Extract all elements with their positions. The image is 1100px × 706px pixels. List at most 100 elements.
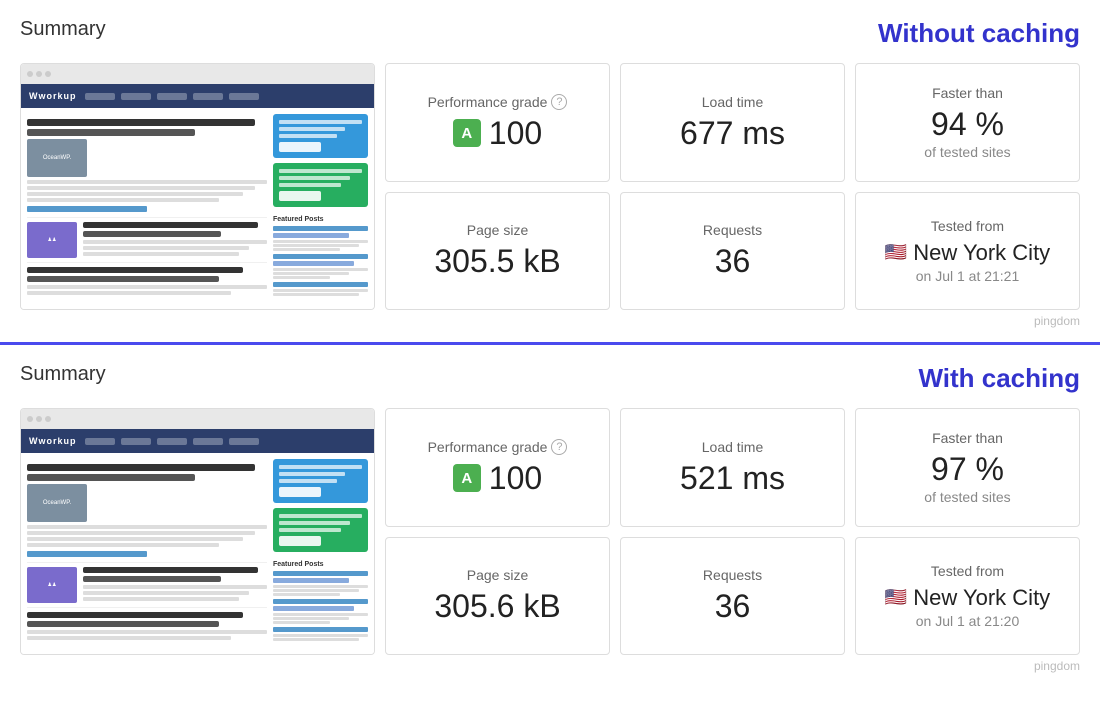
widget-text xyxy=(279,183,341,187)
featured-item xyxy=(273,254,368,279)
metric-label-tested-1: Tested from xyxy=(931,218,1004,234)
feat-text xyxy=(273,621,330,624)
text-line xyxy=(27,285,267,289)
metric-label-req-1: Requests xyxy=(703,222,762,238)
title-line xyxy=(83,222,258,228)
widget-text xyxy=(279,528,341,532)
feat-text xyxy=(273,244,359,247)
metrics-grid-1: Performance grade ? A 100 Load time 677 … xyxy=(385,63,1080,310)
section-subtitle-1: Without caching xyxy=(878,18,1080,49)
size-label-text-1: Page size xyxy=(467,222,528,238)
fake-browser-1: Wworkup xyxy=(21,64,374,309)
metric-card-page-size-2: Page size 305.6 kB xyxy=(385,537,610,656)
sidebar-widget xyxy=(273,459,368,503)
feat-text xyxy=(273,589,359,592)
pingdom-label-2: pingdom xyxy=(20,655,1080,673)
post-thumb: ♟♟ xyxy=(27,567,77,603)
widget-btn xyxy=(279,536,321,546)
help-icon-2[interactable]: ? xyxy=(551,439,567,455)
feat-title xyxy=(273,226,368,231)
faster-value-2: 97 % xyxy=(931,452,1004,487)
text-lines xyxy=(27,180,267,212)
widget-text xyxy=(279,479,337,483)
section-content-1: Wworkup xyxy=(20,63,1080,310)
post-thumb: ♟♟ xyxy=(27,222,77,258)
grade-row-1: A 100 xyxy=(453,116,542,151)
title-line xyxy=(27,464,255,471)
flag-icon-2: 🇺🇸 xyxy=(885,587,907,608)
metric-card-tested-from-2: Tested from 🇺🇸 New York City on Jul 1 at… xyxy=(855,537,1080,656)
faster-unit-2: % xyxy=(976,451,1004,487)
dot1 xyxy=(27,416,33,422)
featured-item xyxy=(273,571,368,596)
text-lines xyxy=(83,240,267,256)
title-line xyxy=(27,612,243,618)
post-text xyxy=(83,567,267,601)
metric-card-tested-from-1: Tested from 🇺🇸 New York City on Jul 1 at… xyxy=(855,192,1080,311)
help-icon-1[interactable]: ? xyxy=(551,94,567,110)
fake-two-col-2: OceanWP. xyxy=(21,453,374,654)
title-line xyxy=(83,231,221,237)
nav-item xyxy=(157,438,187,445)
nav-item xyxy=(85,93,115,100)
widget-text xyxy=(279,521,350,525)
req-value-2: 36 xyxy=(715,589,751,624)
text-line xyxy=(83,585,267,589)
title-line xyxy=(27,621,219,627)
tested-city-2: New York City xyxy=(913,585,1050,611)
featured-item xyxy=(273,226,368,251)
section-with-caching: Summary With caching Wworkup xyxy=(0,345,1100,687)
grade-row-2: A 100 xyxy=(453,461,542,496)
nav-item xyxy=(229,438,259,445)
dot3 xyxy=(45,71,51,77)
text-lines xyxy=(83,585,267,601)
widget-text xyxy=(279,127,345,131)
faster-number-2: 97 xyxy=(931,451,967,487)
faster-label-text-2: Faster than xyxy=(932,430,1003,446)
section-subtitle-2: With caching xyxy=(918,363,1080,394)
text-line xyxy=(27,630,267,634)
post-text: OceanWP. xyxy=(27,119,267,212)
feat-text xyxy=(273,268,368,271)
fake-sidebar-1: Featured Posts xyxy=(273,114,368,303)
sidebar-widget xyxy=(273,163,368,207)
metric-card-load-time-1: Load time 677 ms xyxy=(620,63,845,182)
text-line xyxy=(27,537,243,541)
load-value-2: 521 ms xyxy=(680,461,785,496)
size-label-text-2: Page size xyxy=(467,567,528,583)
metric-label-tested-2: Tested from xyxy=(931,563,1004,579)
tested-date-1: on Jul 1 at 21:21 xyxy=(916,268,1020,284)
section-header-2: Summary With caching xyxy=(20,363,1080,394)
featured-item xyxy=(273,599,368,624)
text-line xyxy=(27,525,267,529)
dot2 xyxy=(36,71,42,77)
widget-text xyxy=(279,472,345,476)
post-text xyxy=(27,267,267,295)
text-line xyxy=(27,192,243,196)
fake-main-2: OceanWP. xyxy=(27,459,267,648)
metric-label-size-2: Page size xyxy=(467,567,528,583)
text-line xyxy=(27,531,255,535)
dot3 xyxy=(45,416,51,422)
feat-text xyxy=(273,613,368,616)
widget-text xyxy=(279,514,362,518)
nav-item xyxy=(193,438,223,445)
title-line xyxy=(27,267,243,273)
nav-logo-1: Wworkup xyxy=(29,91,77,101)
metrics-grid-2: Performance grade ? A 100 Load time 521 … xyxy=(385,408,1080,655)
metric-card-requests-1: Requests 36 xyxy=(620,192,845,311)
screenshot-panel-1: Wworkup xyxy=(20,63,375,310)
size-value-2: 305.6 kB xyxy=(434,589,560,624)
load-label-text-2: Load time xyxy=(702,439,763,455)
title-line xyxy=(27,119,255,126)
req-label-text-2: Requests xyxy=(703,567,762,583)
perf-value-1: 100 xyxy=(489,116,542,151)
metric-label-req-2: Requests xyxy=(703,567,762,583)
browser-bar-1 xyxy=(21,64,374,84)
size-value-1: 305.5 kB xyxy=(434,244,560,279)
feat-title xyxy=(273,571,368,576)
nav-item xyxy=(193,93,223,100)
widget-text xyxy=(279,176,350,180)
perf-value-2: 100 xyxy=(489,461,542,496)
widget-text xyxy=(279,169,362,173)
